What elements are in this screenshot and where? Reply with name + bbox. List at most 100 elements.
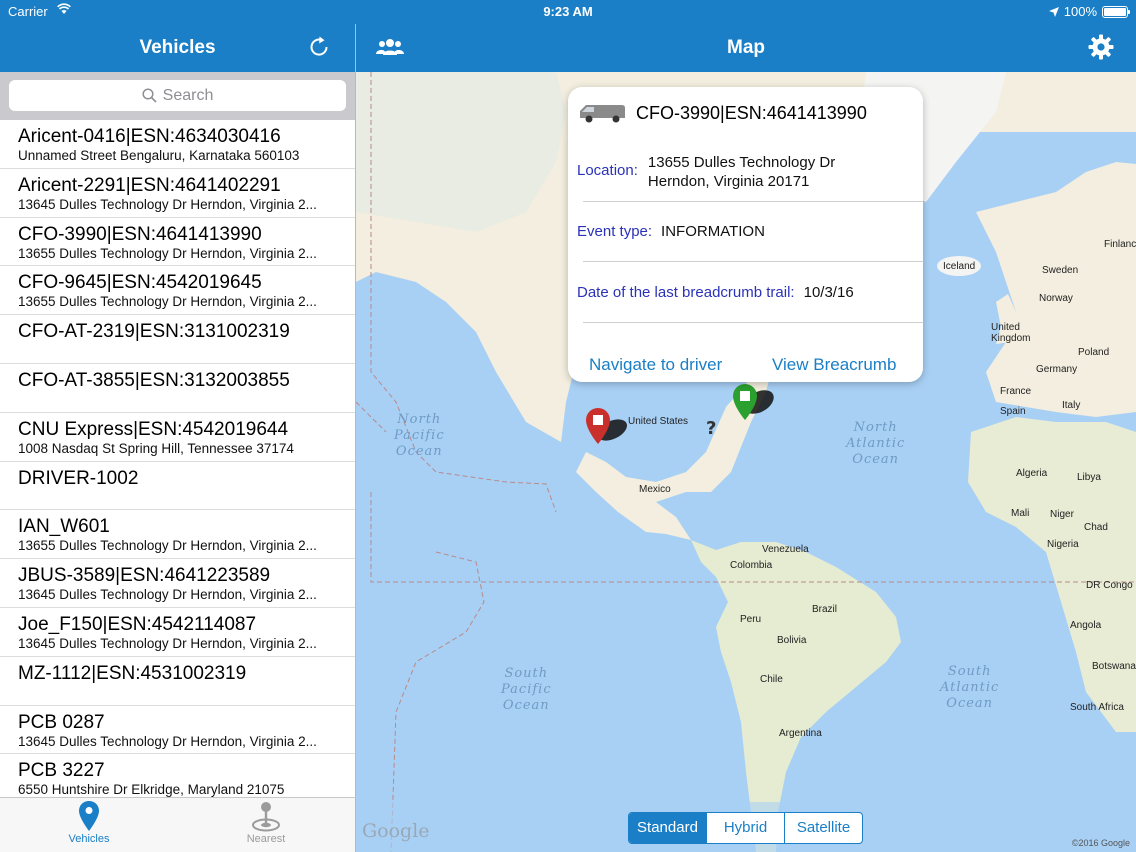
gear-icon[interactable] — [1088, 34, 1114, 60]
vehicle-address: 13645 Dulles Technology Dr Herndon, Virg… — [18, 587, 317, 603]
place-spain: Spain — [1000, 406, 1026, 417]
vehicle-list-item[interactable]: CNU Express|ESN:4542019644 1008 Nasdaq St… — [0, 413, 355, 462]
vehicle-name: CNU Express|ESN:4542019644 — [18, 418, 289, 440]
callout-divider — [583, 201, 923, 202]
breadcrumb-date-value: 10/3/16 — [803, 284, 854, 301]
vehicle-name: PCB 0287 — [18, 711, 105, 733]
battery-percent: 100% — [1063, 4, 1097, 19]
vehicle-name: MZ-1112|ESN:4531002319 — [18, 662, 247, 684]
tab-nearest[interactable]: Nearest — [206, 800, 326, 850]
place-finland: Finlanc — [1104, 239, 1136, 250]
vehicle-address: 13645 Dulles Technology Dr Herndon, Virg… — [18, 196, 317, 212]
vehicle-list-item[interactable]: MZ-1112|ESN:4531002319 — [0, 657, 355, 706]
vehicle-address: 13655 Dulles Technology Dr Herndon, Virg… — [18, 294, 317, 310]
map-type-standard-button[interactable]: Standard — [629, 813, 707, 843]
place-bolivia: Bolivia — [777, 635, 807, 646]
callout-divider — [583, 322, 923, 323]
place-germany: Germany — [1036, 364, 1078, 375]
place-uk: United Kingdom — [991, 322, 1031, 344]
place-chad: Chad — [1084, 522, 1108, 533]
place-france: France — [1000, 386, 1032, 397]
event-type-label: Event type: — [577, 223, 653, 240]
place-drc: DR Congo — [1086, 580, 1133, 591]
vehicle-list-item[interactable]: PCB 0287 13645 Dulles Technology Dr Hernd… — [0, 706, 355, 755]
vehicle-list-item[interactable]: CFO-AT-2319|ESN:3131002319 — [0, 315, 355, 364]
vehicle-list-item[interactable]: IAN_W601 13655 Dulles Technology Dr Hernd… — [0, 510, 355, 560]
view-breadcrumb-button[interactable]: View Breacrumb — [772, 355, 896, 375]
vehicle-list: Aricent-0416|ESN:4634030416 Unnamed Stree… — [0, 120, 355, 797]
place-argentina: Argentina — [779, 728, 822, 739]
place-south-africa: South Africa — [1070, 702, 1124, 713]
callout-vehicle-name: CFO-3990|ESN:4641413990 — [636, 102, 867, 123]
vehicle-list-item[interactable]: CFO-3990|ESN:4641413990 13655 Dulles Tech… — [0, 218, 355, 267]
map-copyright: ©2016 Google — [1071, 838, 1130, 848]
vehicle-callout: CFO-3990|ESN:4641413990 Location: 13655 … — [568, 87, 923, 382]
clock: 9:23 AM — [543, 4, 593, 19]
place-poland: Poland — [1078, 347, 1110, 358]
ocean-label-south-atlantic: South Atlantic Ocean — [940, 664, 1000, 711]
location-value: 13655 Dulles Technology Dr Herndon, Virgi… — [647, 154, 836, 190]
vehicle-list-item[interactable]: Aricent-2291|ESN:4641402291 13645 Dulles … — [0, 169, 355, 218]
place-mexico: Mexico — [639, 484, 671, 495]
status-bar: Carrier 9:23 AM 100% — [0, 0, 1136, 24]
map-type-segmented-control: Standard Hybrid Satellite — [628, 812, 863, 844]
vehicle-list-item[interactable]: Aricent-0416|ESN:4634030416 Unnamed Stree… — [0, 120, 355, 169]
vehicle-list-item[interactable]: Joe_F150|ESN:4542114087 13645 Dulles Tech… — [0, 608, 355, 657]
ocean-label-south-pacific: South Pacific Ocean — [501, 666, 552, 713]
place-nigeria: Nigeria — [1047, 539, 1079, 550]
map-pin-icon — [79, 801, 99, 831]
place-iceland: Iceland — [943, 261, 976, 272]
vehicle-name: DRIVER-1002 — [18, 467, 139, 489]
ocean-label-north-pacific: North Pacific Ocean — [394, 412, 445, 459]
breadcrumb-date-label: Date of the last breadcrumb trail: — [577, 284, 795, 301]
vehicle-name: CFO-3990|ESN:4641413990 — [18, 223, 262, 245]
unknown-location-icon[interactable]: ? — [704, 417, 720, 439]
place-norway: Norway — [1039, 293, 1073, 304]
van-icon — [580, 105, 625, 123]
event-type-value: INFORMATION — [661, 223, 765, 240]
vehicle-list-item[interactable]: DRIVER-1002 — [0, 462, 355, 511]
tab-nearest-label: Nearest — [246, 833, 286, 845]
vehicle-list-item[interactable]: CFO-9645|ESN:4542019645 13655 Dulles Tech… — [0, 266, 355, 316]
vehicle-name: Joe_F150|ESN:4542114087 — [18, 613, 257, 635]
callout-breadcrumb-row: Date of the last breadcrumb trail: 10/3/… — [577, 284, 854, 301]
nearest-icon — [252, 802, 280, 832]
tab-vehicles[interactable]: Vehicles — [29, 800, 149, 850]
callout-divider — [583, 261, 923, 262]
place-angola: Angola — [1070, 620, 1102, 631]
map-type-satellite-button[interactable]: Satellite — [785, 813, 862, 843]
vehicle-list-item[interactable]: PCB 3227 6550 Huntshire Dr Elkridge, Mary… — [0, 754, 355, 797]
callout-header: CFO-3990|ESN:4641413990 — [578, 102, 867, 124]
vehicle-pin-green[interactable] — [729, 380, 779, 424]
vehicle-list-item[interactable]: CFO-AT-3855|ESN:3132003855 — [0, 364, 355, 413]
place-algeria: Algeria — [1016, 468, 1048, 479]
search-input[interactable]: Search — [9, 80, 346, 111]
vehicle-name: Aricent-2291|ESN:4641402291 — [18, 174, 281, 196]
callout-event-row: Event type: INFORMATION — [577, 223, 765, 240]
place-colombia: Colombia — [730, 560, 773, 571]
battery-icon — [1102, 5, 1130, 18]
place-italy: Italy — [1062, 400, 1081, 411]
refresh-icon[interactable] — [307, 35, 331, 59]
place-peru: Peru — [740, 614, 762, 625]
map-title: Map — [727, 37, 765, 58]
navigate-to-driver-button[interactable]: Navigate to driver — [589, 355, 722, 375]
search-bar: Search — [0, 72, 355, 120]
map-view[interactable]: North Pacific Ocean North Atlantic Ocean… — [356, 72, 1136, 852]
callout-location-row: Location: 13655 Dulles Technology Dr Hern… — [577, 153, 835, 191]
place-chile: Chile — [760, 674, 783, 685]
vehicle-address: 1008 Nasdaq St Spring Hill, Tennessee 37… — [18, 440, 294, 456]
vehicle-address: Unnamed Street Bengaluru, Karnataka 5601… — [18, 148, 300, 163]
tab-bar: Vehicles Nearest — [0, 797, 355, 852]
place-libya: Libya — [1077, 472, 1101, 483]
place-us: United States — [628, 416, 689, 427]
place-botswana: Botswana — [1092, 661, 1136, 672]
vehicles-panel: Vehicles Search Aricent-0416|ESN:4634030… — [0, 0, 356, 852]
ocean-label-north-atlantic: North Atlantic Ocean — [846, 420, 906, 467]
vehicle-address: 13645 Dulles Technology Dr Herndon, Virg… — [18, 635, 317, 651]
tab-vehicles-label: Vehicles — [68, 833, 110, 845]
map-type-hybrid-button[interactable]: Hybrid — [707, 813, 785, 843]
google-logo: Google — [362, 820, 430, 842]
vehicle-pin-red[interactable] — [582, 404, 630, 448]
vehicle-list-item[interactable]: JBUS-3589|ESN:4641223589 13645 Dulles Tec… — [0, 559, 355, 608]
